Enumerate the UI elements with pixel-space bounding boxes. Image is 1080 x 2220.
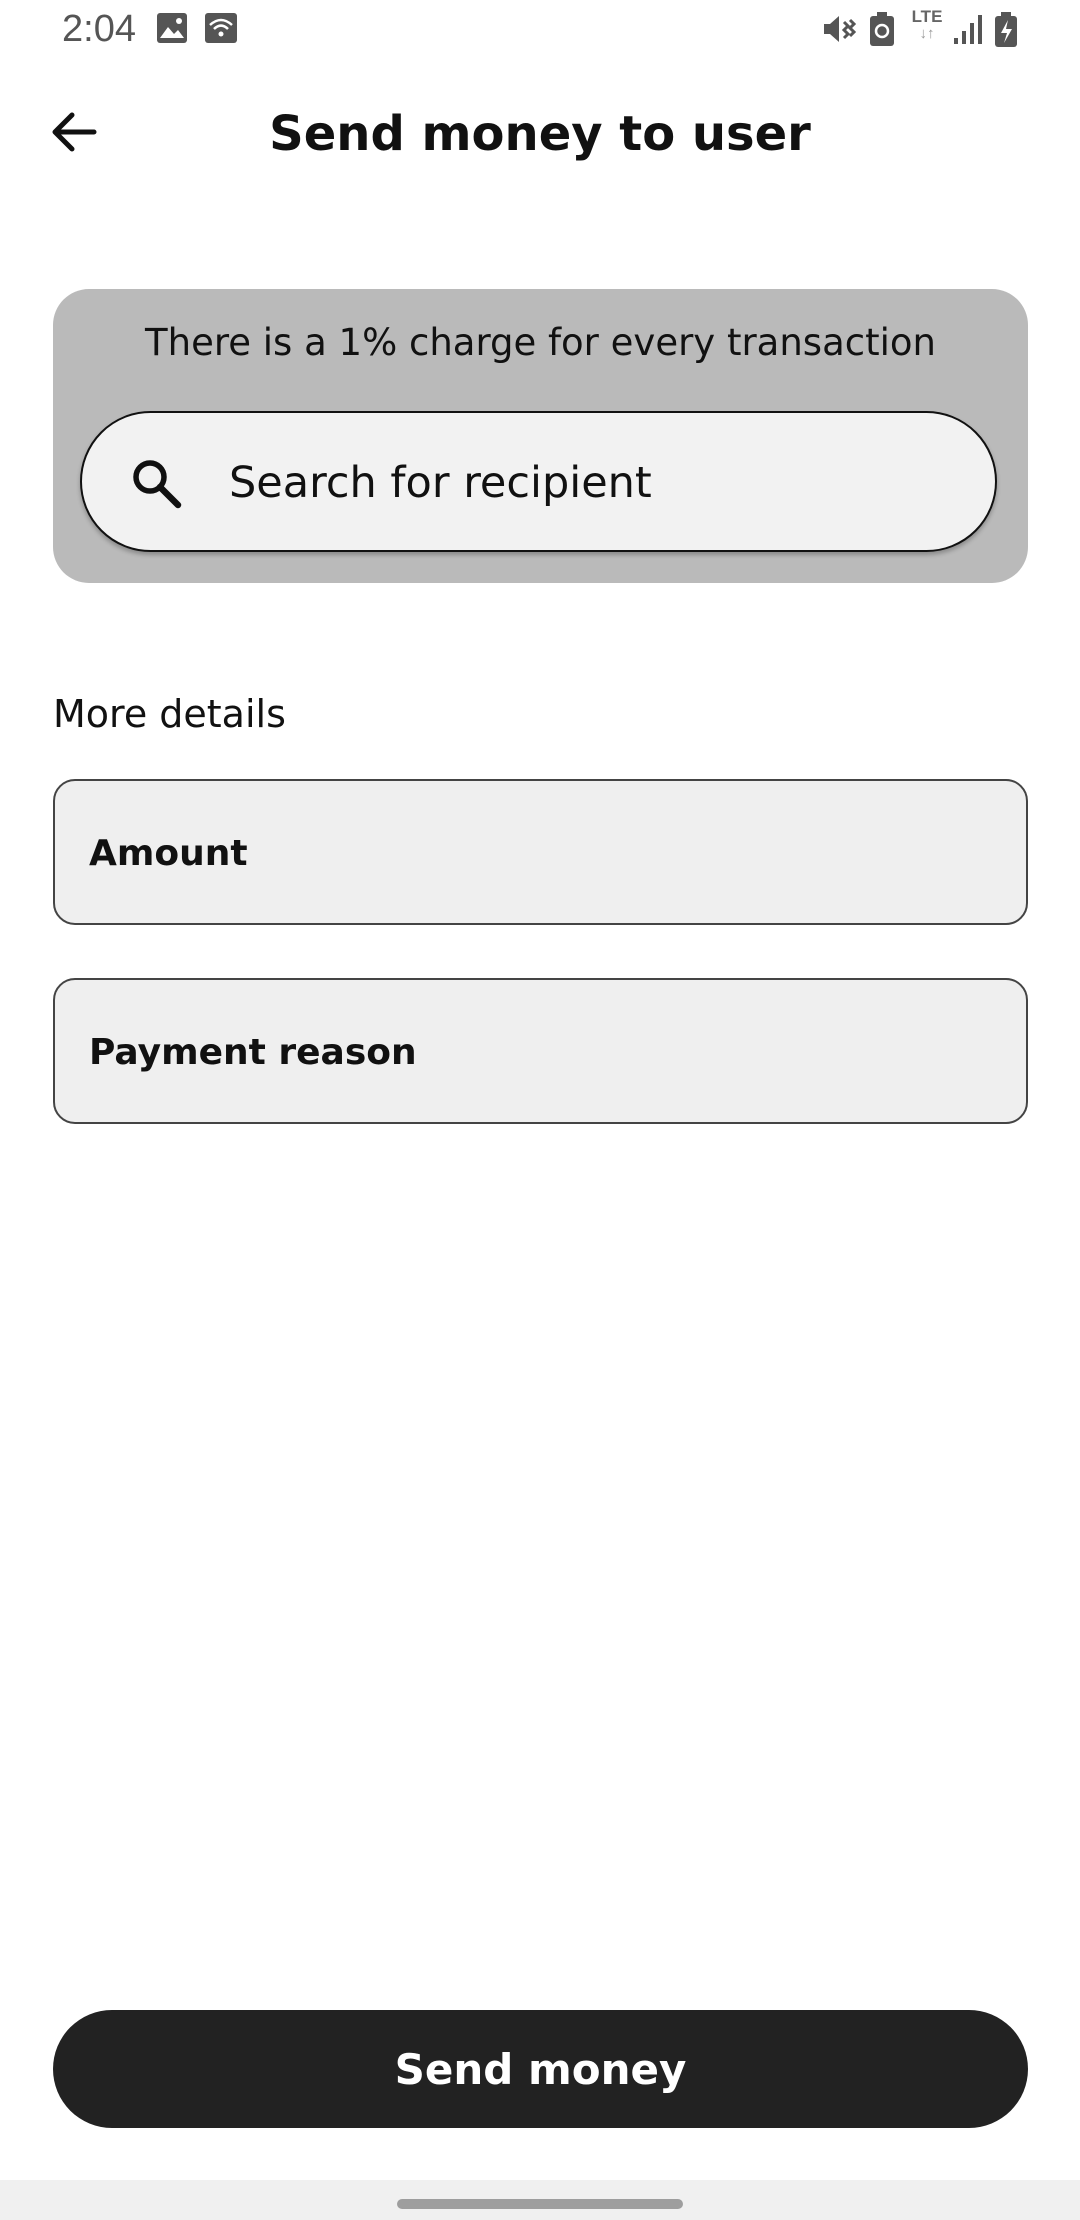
amount-input[interactable] [87, 811, 991, 895]
more-details-label: More details [53, 692, 286, 736]
image-icon [157, 13, 187, 43]
search-icon [133, 460, 182, 509]
amount-field[interactable] [53, 779, 1028, 925]
transaction-fee-notice: There is a 1% charge for every transacti… [145, 321, 936, 364]
battery-saver-icon [870, 12, 894, 46]
recipient-search-box[interactable] [80, 411, 997, 552]
payment-reason-input[interactable] [87, 1010, 991, 1094]
battery-charging-icon [995, 12, 1017, 47]
home-gesture-handle[interactable] [397, 2199, 683, 2209]
transaction-fee-card: There is a 1% charge for every transacti… [53, 289, 1028, 583]
vibrate-icon [824, 16, 856, 42]
wifi-icon [205, 13, 237, 43]
recipient-search-input[interactable] [227, 437, 971, 529]
page-title: Send money to user [269, 106, 811, 162]
signal-icon [954, 15, 982, 44]
status-time: 2:04 [62, 8, 136, 50]
status-bar: 2:04 LTE ↓↑ [0, 0, 1080, 62]
send-money-button[interactable]: Send money [53, 2010, 1028, 2128]
payment-reason-field[interactable] [53, 978, 1028, 1124]
network-type: LTE ↓↑ [911, 7, 943, 42]
system-nav-bar [0, 2180, 1080, 2220]
